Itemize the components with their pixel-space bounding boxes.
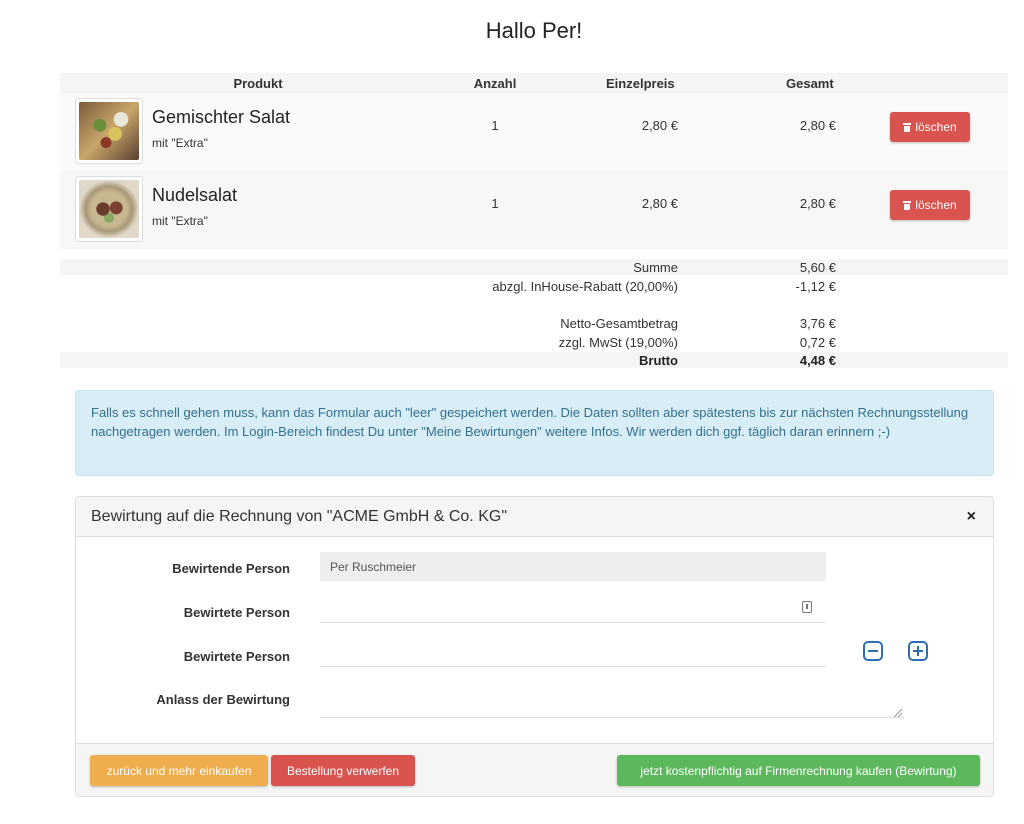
product-extra: mit "Extra": [152, 214, 208, 228]
product-total: 2,80 €: [799, 196, 836, 211]
remove-person-icon[interactable]: [863, 641, 883, 661]
netto-value: 3,76 €: [799, 316, 836, 331]
product-name: Gemischter Salat: [152, 107, 291, 127]
delete-label: löschen: [915, 198, 957, 212]
delete-button[interactable]: löschen: [890, 112, 970, 142]
product-image: [79, 180, 139, 238]
panel-footer: zurück und mehr einkaufen Bestellung ver…: [76, 743, 993, 796]
header-einzelpreis: Einzelpreis: [606, 76, 675, 91]
product-quantity: 1: [491, 118, 499, 133]
page-greeting: Hallo Per!: [485, 18, 583, 43]
summary-brutto: Brutto 4,48 €: [60, 352, 1008, 368]
add-person-icon[interactable]: [908, 641, 928, 661]
cart-row: Gemischter Salat mit "Extra" 1 2,80 € 2,…: [60, 93, 1008, 171]
summe-label: Summe: [633, 260, 678, 275]
product-image: [79, 102, 139, 160]
bewirtende-label: Bewirtende Person: [172, 561, 290, 576]
summary-netto: Netto-Gesamtbetrag 3,76 €: [60, 315, 1008, 331]
summary-rabatt: abzgl. InHouse-Rabatt (20,00%) -1,12 €: [60, 278, 1008, 294]
contact-card-icon[interactable]: [802, 601, 812, 613]
product-name: Nudelsalat: [152, 185, 238, 205]
product-thumbnail[interactable]: [75, 98, 143, 164]
bewirtung-panel: Bewirtung auf die Rechnung von "ACME Gmb…: [75, 496, 994, 797]
resize-handle-icon[interactable]: [894, 709, 902, 717]
summe-value: 5,60 €: [799, 260, 836, 275]
discard-order-button[interactable]: Bestellung verwerfen: [271, 755, 415, 786]
close-icon[interactable]: ×: [967, 508, 976, 526]
product-quantity: 1: [491, 196, 499, 211]
bewirtete-input-1[interactable]: [320, 594, 826, 623]
product-unit-price: 2,80 €: [641, 118, 678, 133]
delete-label: löschen: [915, 120, 957, 134]
brutto-value: 4,48 €: [799, 353, 836, 368]
netto-label: Netto-Gesamtbetrag: [560, 316, 678, 331]
product-thumbnail[interactable]: [75, 176, 143, 242]
panel-header: Bewirtung auf die Rechnung von "ACME Gmb…: [76, 497, 993, 537]
mwst-label: zzgl. MwSt (19,00%): [558, 335, 678, 350]
bewirtende-input[interactable]: [320, 552, 826, 581]
buy-on-invoice-button[interactable]: jetzt kostenpflichtig auf Firmenrechnung…: [617, 755, 980, 786]
mwst-value: 0,72 €: [799, 335, 836, 350]
trash-icon: [903, 122, 912, 132]
product-total: 2,80 €: [799, 118, 836, 133]
trash-icon: [903, 200, 912, 210]
product-extra: mit "Extra": [152, 136, 208, 150]
back-shopping-button[interactable]: zurück und mehr einkaufen: [90, 755, 268, 786]
summary-mwst: zzgl. MwSt (19,00%) 0,72 €: [60, 334, 1008, 350]
cart-row: Nudelsalat mit "Extra" 1 2,80 € 2,80 € l…: [60, 171, 1008, 249]
brutto-label: Brutto: [639, 353, 678, 368]
rabatt-label: abzgl. InHouse-Rabatt (20,00%): [492, 279, 678, 294]
info-alert: Falls es schnell gehen muss, kann das Fo…: [75, 390, 994, 476]
panel-title: Bewirtung auf die Rechnung von "ACME Gmb…: [91, 508, 507, 525]
anlass-label: Anlass der Bewirtung: [156, 692, 290, 707]
bewirtete-label-2: Bewirtete Person: [183, 649, 290, 664]
anlass-textarea[interactable]: [320, 674, 904, 718]
rabatt-value: -1,12 €: [795, 279, 836, 294]
header-anzahl: Anzahl: [473, 76, 517, 91]
product-unit-price: 2,80 €: [641, 196, 678, 211]
bewirtete-label-1: Bewirtete Person: [183, 605, 290, 620]
header-gesamt: Gesamt: [786, 76, 834, 91]
summary-summe: Summe 5,60 €: [60, 259, 1008, 275]
cart-header: Produkt Anzahl Einzelpreis Gesamt: [60, 73, 1008, 93]
delete-button[interactable]: löschen: [890, 190, 970, 220]
header-produkt: Produkt: [233, 76, 283, 91]
bewirtete-input-2[interactable]: [320, 638, 826, 667]
